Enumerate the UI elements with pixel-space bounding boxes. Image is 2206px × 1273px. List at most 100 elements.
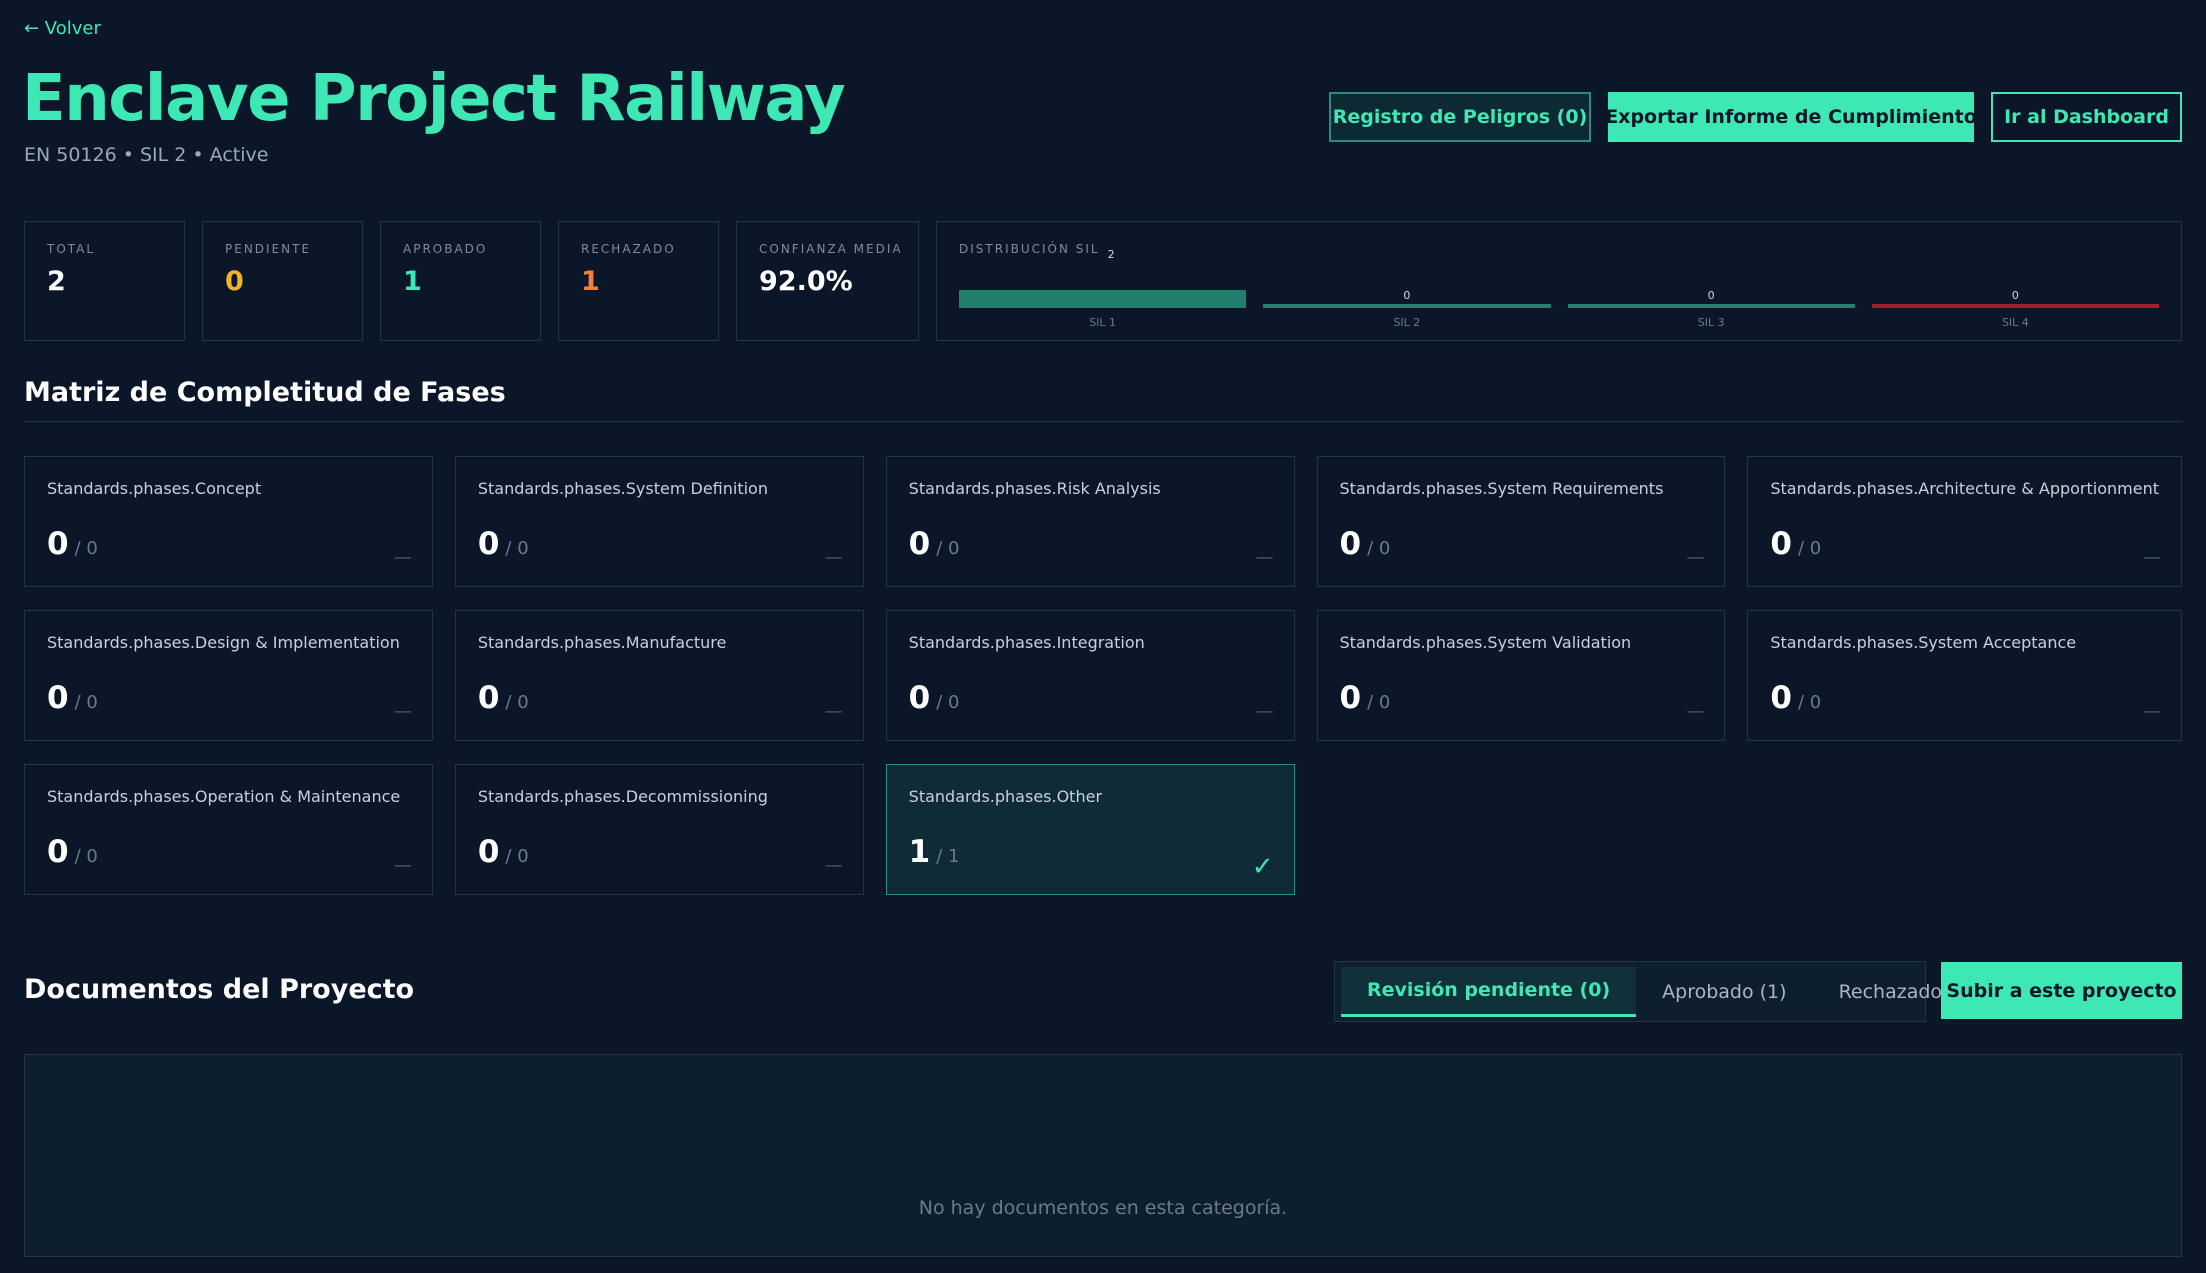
- dash-icon: —: [393, 855, 412, 876]
- project-subtitle: EN 50126 • SIL 2 • Active: [24, 144, 269, 166]
- hazard-register-button[interactable]: Registro de Peligros (0): [1329, 92, 1591, 142]
- phase-name: Standards.phases.Architecture & Apportio…: [1770, 479, 2159, 498]
- phase-done-count: 0: [1770, 680, 1792, 716]
- stats-row: Total 2 Pendiente 0 Aprobado 1 Rechazado…: [24, 221, 2182, 341]
- export-report-button[interactable]: Exportar Informe de Cumplimiento: [1605, 92, 1977, 142]
- sil-bars: SIL 1 0 SIL 2 0 SIL 3 0 SIL 4: [959, 264, 2159, 329]
- empty-state-message: No hay documentos en esta categoría.: [918, 1196, 1288, 1219]
- sil-category-label: SIL 3: [1697, 316, 1725, 329]
- phase-done-count: 0: [477, 526, 500, 562]
- phase-name: Standards.phases.Concept: [47, 479, 262, 498]
- phase-name: Standards.phases.Other: [908, 787, 1103, 806]
- stat-label: Aprobado: [403, 242, 488, 256]
- dash-icon: —: [1255, 547, 1274, 568]
- phase-grid: Standards.phases.Concept 0/ 0— Standards.p…: [24, 456, 2182, 895]
- phase-card[interactable]: Standards.phases.System Definition 0/ 0 —: [454, 456, 864, 587]
- phase-card[interactable]: Standards.phases.Operation & Maintenance…: [24, 764, 433, 895]
- phase-done-count: 0: [908, 680, 931, 716]
- phase-done-count: 0: [1339, 680, 1362, 716]
- phase-card[interactable]: Standards.phases.Concept 0/ 0 —: [24, 456, 433, 587]
- stat-value: 92.0%: [759, 266, 853, 297]
- phase-card[interactable]: Standards.phases.Other 1/ 1 ✓: [885, 764, 1295, 895]
- sil-bar-column: 0 SIL 2: [1263, 264, 1551, 329]
- phase-done-count: 0: [477, 680, 500, 716]
- phase-count: 0/ 0: [1770, 680, 1821, 716]
- phase-name: Standards.phases.System Definition: [477, 479, 768, 498]
- phase-done-count: 0: [908, 526, 931, 562]
- phase-card[interactable]: Standards.phases.Risk Analysis 0/ 0 —: [885, 456, 1295, 587]
- sil-bar-count: 0: [2011, 289, 2019, 302]
- stat-label: Rechazado: [581, 242, 676, 256]
- phase-count: 0/ 0: [478, 680, 529, 716]
- page-title: Enclave Project Railway: [22, 62, 846, 136]
- phase-count: 0/ 0: [47, 680, 98, 716]
- stat-label: Confianza media: [759, 242, 903, 256]
- phase-total-count: / 0: [74, 538, 98, 559]
- sil-bar: [1871, 304, 2159, 308]
- header-actions: Registro de Peligros (0) Exportar Inform…: [1329, 92, 2182, 142]
- dashboard-button[interactable]: Ir al Dashboard: [1991, 92, 2182, 142]
- upload-button[interactable]: Subir a este proyecto: [1941, 962, 2182, 1019]
- stat-label: Total: [47, 242, 96, 256]
- dash-icon: —: [2143, 701, 2161, 722]
- phase-name: Standards.phases.Integration: [908, 633, 1145, 652]
- phase-done-count: 0: [1339, 526, 1362, 562]
- sil-bar-column: SIL 1: [959, 264, 1247, 329]
- documents-section-title: Documentos del Proyecto: [24, 974, 415, 1005]
- back-link[interactable]: ← Volver: [24, 18, 101, 39]
- stat-value: 2: [47, 266, 66, 297]
- phase-total-count: / 0: [505, 846, 529, 867]
- dash-icon: —: [824, 855, 843, 876]
- dash-icon: —: [2143, 547, 2161, 568]
- stat-card-rejected: Rechazado 1: [558, 221, 719, 341]
- phase-card[interactable]: Standards.phases.System Acceptance 0/ 0 —: [1747, 610, 2182, 741]
- phase-done-count: 0: [47, 526, 69, 562]
- sil-category-label: SIL 2: [1393, 316, 1421, 329]
- phase-card[interactable]: Standards.phases.Design & Implementation…: [24, 610, 433, 741]
- phase-total-count: / 0: [936, 692, 960, 713]
- phase-total-count: / 0: [505, 538, 529, 559]
- phase-count: 0/ 0: [1340, 680, 1391, 716]
- phase-done-count: 1: [908, 834, 931, 870]
- phase-card[interactable]: Standards.phases.System Requirements 0/ 0…: [1316, 456, 1726, 587]
- phase-total-count: / 0: [505, 692, 529, 713]
- phase-count: 0/ 0: [909, 680, 960, 716]
- phase-total-count: / 0: [74, 846, 98, 867]
- document-tabs: Revisión pendiente (0) Aprobado (1) Rechaz…: [1334, 961, 1975, 1022]
- sil-bar-column: 0 SIL 3: [1567, 264, 1855, 329]
- phase-total-count: / 1: [936, 846, 960, 867]
- sil-bar: [1263, 304, 1551, 308]
- phase-name: Standards.phases.System Acceptance: [1770, 633, 2077, 652]
- stat-value: 1: [581, 266, 600, 297]
- document-tab[interactable]: Revisión pendiente (0): [1341, 966, 1637, 1017]
- dash-icon: —: [1686, 701, 1705, 722]
- phase-card[interactable]: Standards.phases.System Validation 0/ 0 —: [1316, 610, 1726, 741]
- phase-card[interactable]: Standards.phases.Decommissioning 0/ 0 —: [454, 764, 864, 895]
- phase-card[interactable]: Standards.phases.Architecture & Apportio…: [1747, 456, 2182, 587]
- phase-count: 0/ 0: [1340, 526, 1391, 562]
- sil-distribution-card: Distribución SIL 2 SIL 1 0 SIL 2 0 SIL 3 0 SIL…: [936, 221, 2182, 341]
- sil-bar-count: 0: [1403, 289, 1411, 302]
- phase-count: 0/ 0: [478, 834, 529, 870]
- phase-total-count: / 0: [1797, 692, 1822, 713]
- sil-bar: [959, 290, 1247, 308]
- phase-name: Standards.phases.Decommissioning: [477, 787, 768, 806]
- document-tab[interactable]: Aprobado (1): [1636, 967, 1812, 1017]
- phase-name: Standards.phases.System Requirements: [1339, 479, 1664, 498]
- phase-card[interactable]: Standards.phases.Integration 0/ 0 —: [885, 610, 1295, 741]
- stat-card-pending: Pendiente 0: [202, 221, 363, 341]
- phase-total-count: / 0: [74, 692, 98, 713]
- phase-done-count: 0: [1770, 526, 1792, 562]
- project-page: ← Volver Enclave Project Railway EN 5012…: [0, 0, 2206, 1273]
- phase-card[interactable]: Standards.phases.Manufacture 0/ 0 —: [454, 610, 864, 741]
- dash-icon: —: [824, 547, 843, 568]
- phase-count: 0/ 0: [909, 526, 960, 562]
- check-icon: ✓: [1251, 852, 1274, 882]
- dash-icon: —: [393, 701, 412, 722]
- stat-value: 0: [225, 266, 244, 297]
- dash-icon: —: [824, 701, 843, 722]
- phase-name: Standards.phases.Design & Implementation: [47, 633, 400, 652]
- sil-distribution-max: 2: [1107, 248, 1115, 261]
- phase-name: Standards.phases.System Validation: [1339, 633, 1632, 652]
- phase-total-count: / 0: [936, 538, 960, 559]
